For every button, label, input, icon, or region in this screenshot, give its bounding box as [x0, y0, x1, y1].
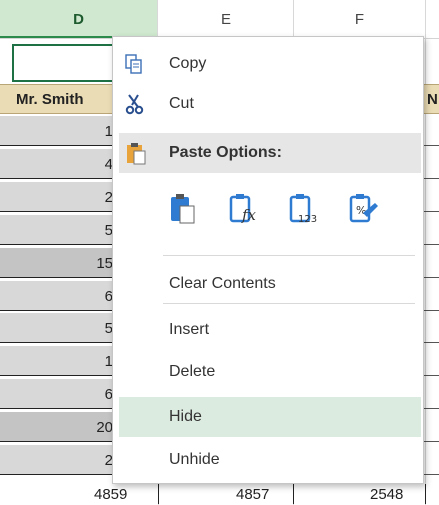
menu-item-unhide[interactable]: Unhide	[113, 441, 423, 477]
paste-options: fx 123 %	[113, 189, 423, 239]
menu-item-insert[interactable]: Insert	[113, 311, 423, 347]
menu-item-clear-contents[interactable]: Clear Contents	[113, 265, 423, 301]
header-cell-g: N	[427, 91, 438, 108]
context-menu: Copy Cut Paste Options: fx 123 % Clear C…	[112, 36, 424, 484]
menu-label: Clear Contents	[169, 275, 276, 292]
menu-label: Copy	[169, 55, 207, 72]
cell-border	[158, 484, 159, 504]
cell-value: 15	[96, 255, 113, 272]
menu-separator	[163, 303, 415, 304]
column-header-g[interactable]	[426, 0, 439, 38]
svg-text:%: %	[356, 204, 366, 217]
paste-icon[interactable]	[163, 189, 203, 229]
total-cell-d[interactable]: 4859	[94, 486, 127, 503]
menu-label: Insert	[169, 321, 210, 338]
menu-label: Delete	[169, 363, 216, 380]
column-header-f[interactable]: F	[294, 0, 426, 38]
menu-item-cut[interactable]: Cut	[113, 85, 423, 121]
copy-icon	[125, 54, 142, 74]
paste-options-label: Paste Options:	[169, 144, 282, 161]
total-cell-f[interactable]: 2548	[370, 486, 403, 503]
menu-label: Hide	[169, 408, 202, 425]
menu-item-copy[interactable]: Copy	[113, 45, 423, 81]
menu-item-hide[interactable]: Hide	[119, 397, 421, 437]
menu-label: Unhide	[169, 451, 220, 468]
cell-value: 20	[96, 419, 113, 436]
paste-icon	[127, 143, 146, 165]
cell-border	[425, 484, 426, 504]
paste-formulas-icon[interactable]: fx	[225, 189, 265, 229]
svg-text:fx: fx	[241, 206, 257, 224]
svg-text:123: 123	[298, 214, 317, 225]
paste-formatting-icon[interactable]: %	[345, 189, 385, 229]
column-header-row: D E F	[0, 0, 439, 39]
menu-item-delete[interactable]: Delete	[113, 353, 423, 389]
column-header-d[interactable]: D	[0, 0, 158, 38]
cut-icon	[125, 94, 144, 115]
total-row: 4859 4857 2548	[0, 484, 439, 505]
menu-separator	[163, 255, 415, 256]
total-cell-e[interactable]: 4857	[236, 486, 269, 503]
paste-options-header: Paste Options:	[119, 133, 421, 173]
cell-border	[293, 484, 294, 504]
paste-values-icon[interactable]: 123	[285, 189, 325, 229]
menu-label: Cut	[169, 95, 194, 112]
header-cell-d: Mr. Smith	[16, 91, 84, 108]
column-header-e[interactable]: E	[159, 0, 294, 38]
